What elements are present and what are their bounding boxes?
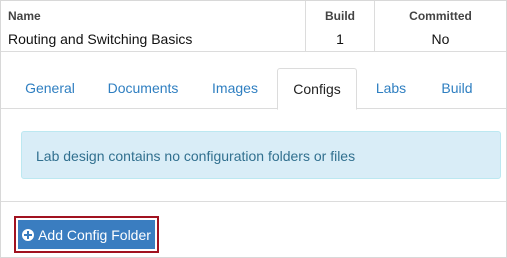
- highlight-outline: Add Config Folder: [14, 216, 159, 253]
- add-config-folder-button[interactable]: Add Config Folder: [18, 220, 155, 249]
- tab-general[interactable]: General: [9, 68, 91, 108]
- build-column: Build 1: [306, 1, 375, 51]
- name-column: Name Routing and Switching Basics: [1, 1, 306, 51]
- tab-images[interactable]: Images: [197, 68, 273, 108]
- build-value: 1: [336, 31, 344, 47]
- empty-configs-alert: Lab design contains no configuration fol…: [21, 131, 501, 179]
- committed-value: No: [431, 31, 450, 47]
- plus-circle-icon: [22, 228, 35, 241]
- committed-header: Committed: [409, 9, 472, 23]
- add-config-folder-label: Add Config Folder: [38, 226, 151, 243]
- tab-build[interactable]: Build: [425, 68, 489, 108]
- committed-column: Committed No: [375, 1, 506, 51]
- name-header: Name: [8, 9, 41, 23]
- name-value: Routing and Switching Basics: [8, 31, 193, 47]
- tab-configs[interactable]: Configs: [277, 68, 357, 110]
- tab-bar: General Documents Images Configs Labs Bu…: [1, 68, 506, 110]
- summary-table: Name Routing and Switching Basics Build …: [1, 1, 506, 52]
- tab-documents[interactable]: Documents: [93, 68, 193, 108]
- tab-labs[interactable]: Labs: [361, 68, 421, 108]
- divider: [1, 201, 506, 202]
- build-header: Build: [325, 9, 355, 23]
